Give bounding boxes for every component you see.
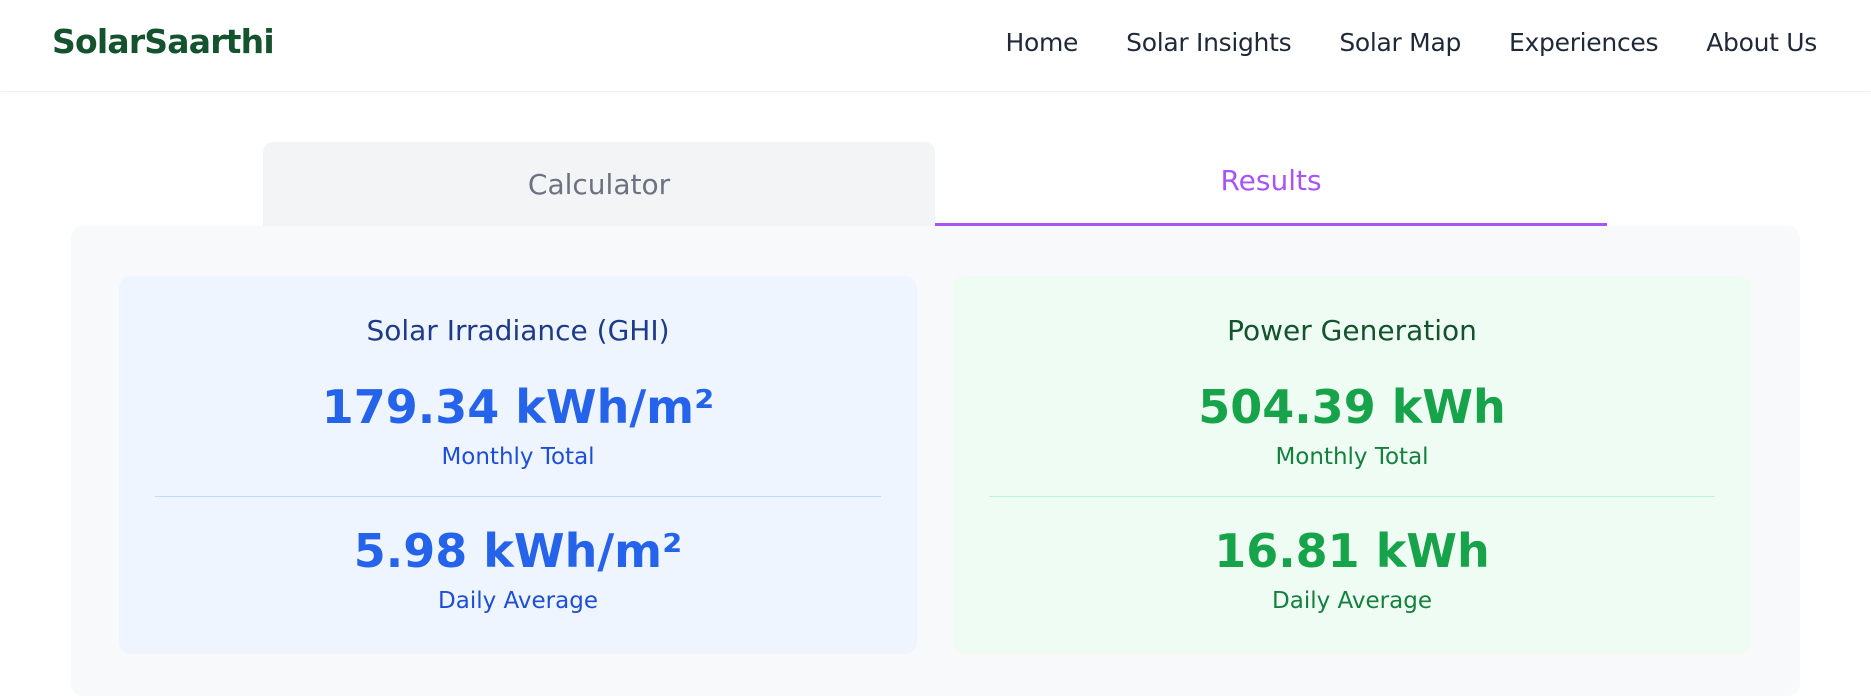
nav-link-home[interactable]: Home: [1006, 28, 1079, 57]
irradiance-daily-value: 5.98 kWh/m²: [353, 524, 683, 578]
power-daily-label: Daily Average: [1272, 588, 1432, 614]
power-monthly-label: Monthly Total: [1275, 444, 1429, 470]
tab-calculator[interactable]: Calculator: [263, 142, 935, 226]
nav-link-about-us[interactable]: About Us: [1706, 28, 1817, 57]
nav-link-experiences[interactable]: Experiences: [1509, 28, 1658, 57]
irradiance-divider: [155, 496, 881, 497]
brand-logo[interactable]: SolarSaarthi: [52, 22, 275, 61]
solar-irradiance-card: Solar Irradiance (GHI) 179.34 kWh/m² Mon…: [119, 276, 917, 654]
power-divider: [989, 496, 1715, 497]
power-monthly-value: 504.39 kWh: [1198, 380, 1506, 434]
power-daily-value: 16.81 kWh: [1214, 524, 1490, 578]
nav-links: Home Solar Insights Solar Map Experience…: [1006, 28, 1818, 57]
irradiance-monthly-value: 179.34 kWh/m²: [321, 380, 715, 434]
tab-results[interactable]: Results: [935, 142, 1607, 226]
nav-link-solar-insights[interactable]: Solar Insights: [1126, 28, 1291, 57]
nav-link-solar-map[interactable]: Solar Map: [1339, 28, 1461, 57]
results-panel: Solar Irradiance (GHI) 179.34 kWh/m² Mon…: [71, 226, 1800, 696]
navbar: SolarSaarthi Home Solar Insights Solar M…: [0, 0, 1871, 92]
irradiance-card-title: Solar Irradiance (GHI): [366, 314, 670, 347]
tab-bar: Calculator Results: [263, 142, 1607, 226]
power-card-title: Power Generation: [1227, 314, 1477, 347]
irradiance-monthly-label: Monthly Total: [441, 444, 595, 470]
irradiance-daily-label: Daily Average: [438, 588, 598, 614]
power-generation-card: Power Generation 504.39 kWh Monthly Tota…: [953, 276, 1751, 654]
